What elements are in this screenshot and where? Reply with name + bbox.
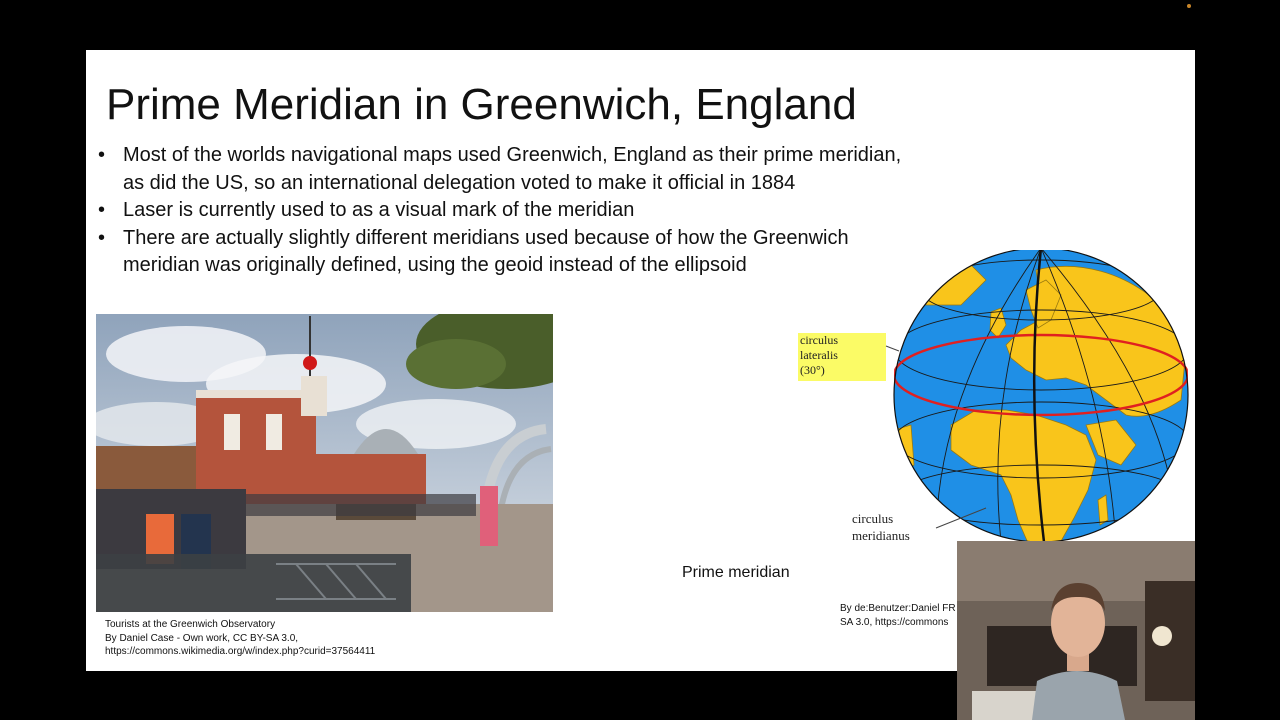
presenter-webcam bbox=[957, 541, 1195, 720]
window-indicator-dot bbox=[1187, 4, 1191, 8]
slide-title: Prime Meridian in Greenwich, England bbox=[106, 80, 857, 129]
credit-line: SA 3.0, https://commons bbox=[840, 617, 949, 628]
photo-caption: Tourists at the Greenwich Observatory By… bbox=[105, 618, 375, 659]
credit-line: By de:Benutzer:Daniel FR bbox=[840, 603, 956, 614]
globe-label-text: circulus bbox=[852, 511, 893, 526]
bullet-item: Most of the worlds navigational maps use… bbox=[96, 142, 916, 197]
globe-credit: By de:Benutzer:Daniel FR SA 3.0, https:/… bbox=[840, 602, 958, 630]
caption-line: https://commons.wikimedia.org/w/index.ph… bbox=[105, 646, 376, 657]
caption-line: By Daniel Case - Own work, CC BY-SA 3.0, bbox=[105, 632, 299, 644]
prime-meridian-label: Prime meridian bbox=[682, 564, 790, 581]
globe-illustration: circulus lateralis (30°) circulus meridi… bbox=[798, 250, 1189, 543]
globe-label-text: circulus bbox=[800, 333, 838, 347]
caption-line: Tourists at the Greenwich Observatory bbox=[105, 619, 276, 630]
globe-label-text: lateralis bbox=[800, 348, 838, 362]
globe-label-text: meridianus bbox=[852, 528, 910, 543]
globe-label-text: (30°) bbox=[800, 363, 825, 377]
bullet-item: Laser is currently used to as a visual m… bbox=[96, 197, 916, 225]
greenwich-observatory-photo bbox=[96, 314, 553, 612]
